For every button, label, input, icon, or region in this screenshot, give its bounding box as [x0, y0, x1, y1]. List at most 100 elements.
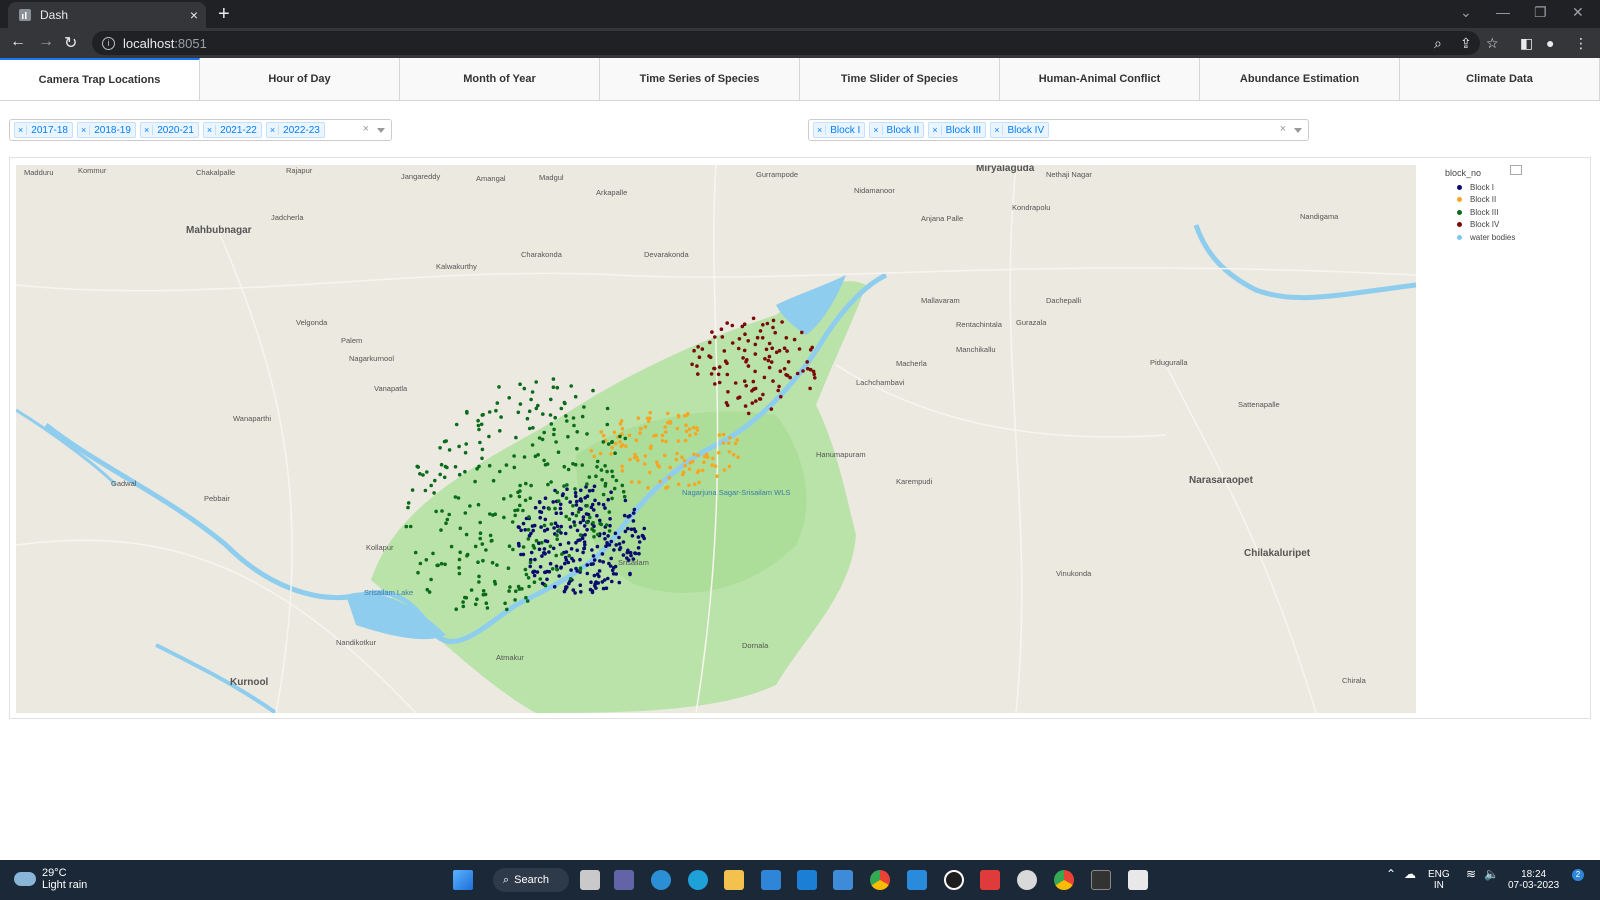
camera-trap-marker[interactable] [518, 483, 522, 488]
tab-climate-data[interactable]: Climate Data [1400, 58, 1600, 100]
camera-trap-marker[interactable] [499, 415, 503, 419]
camera-trap-marker[interactable] [614, 572, 618, 576]
camera-trap-marker[interactable] [461, 604, 466, 609]
camera-trap-marker[interactable] [637, 551, 641, 556]
camera-trap-marker[interactable] [663, 430, 668, 434]
camera-trap-marker[interactable] [495, 401, 500, 405]
camera-trap-marker[interactable] [634, 438, 639, 443]
camera-trap-marker[interactable] [507, 544, 512, 548]
bookmark-star-icon[interactable]: ☆ [1486, 35, 1499, 52]
camera-trap-marker[interactable] [547, 550, 551, 554]
camera-trap-marker[interactable] [801, 369, 805, 373]
camera-trap-marker[interactable] [684, 423, 688, 428]
camera-trap-marker[interactable] [478, 440, 482, 445]
camera-trap-marker[interactable] [537, 547, 542, 552]
camera-trap-marker[interactable] [580, 463, 585, 467]
camera-trap-marker[interactable] [406, 501, 411, 505]
file-explorer-icon[interactable] [724, 870, 744, 890]
camera-trap-marker[interactable] [461, 600, 465, 604]
camera-trap-marker[interactable] [717, 365, 722, 369]
camera-trap-marker[interactable] [583, 543, 587, 547]
camera-trap-marker[interactable] [573, 394, 578, 399]
camera-trap-marker[interactable] [514, 589, 518, 593]
camera-trap-marker[interactable] [541, 412, 545, 416]
camera-trap-marker[interactable] [758, 329, 763, 333]
camera-trap-marker[interactable] [528, 496, 533, 501]
camera-trap-marker[interactable] [522, 386, 527, 391]
camera-trap-marker[interactable] [594, 586, 598, 590]
camera-trap-marker[interactable] [556, 450, 561, 455]
camera-trap-marker[interactable] [549, 480, 553, 484]
camera-trap-marker[interactable] [605, 469, 609, 474]
camera-trap-marker[interactable] [658, 479, 662, 484]
camera-trap-marker[interactable] [578, 498, 582, 503]
camera-trap-marker[interactable] [456, 496, 461, 500]
camera-trap-marker[interactable] [609, 490, 613, 495]
camera-trap-marker[interactable] [566, 434, 570, 439]
camera-trap-marker[interactable] [533, 557, 537, 562]
tab-human-animal-conflict[interactable]: Human-Animal Conflict [1000, 58, 1200, 100]
camera-trap-marker[interactable] [505, 607, 509, 612]
tab-month-of-year[interactable]: Month of Year [400, 58, 600, 100]
tab-search-icon[interactable]: ⌄ [1460, 4, 1472, 21]
camera-trap-marker[interactable] [676, 482, 681, 487]
camera-trap-marker[interactable] [523, 528, 527, 532]
camera-trap-marker[interactable] [555, 537, 559, 541]
camera-trap-marker[interactable] [618, 422, 623, 426]
camera-trap-marker[interactable] [425, 470, 429, 474]
camera-trap-marker[interactable] [618, 434, 622, 439]
camera-trap-marker[interactable] [529, 531, 533, 536]
camera-trap-marker[interactable] [590, 502, 595, 507]
camera-trap-marker[interactable] [504, 463, 509, 467]
camera-trap-marker[interactable] [453, 465, 458, 469]
camera-trap-marker[interactable] [595, 544, 600, 549]
browser-tab[interactable]: Dash × [8, 2, 206, 28]
camera-trap-marker[interactable] [480, 456, 484, 461]
camera-trap-marker[interactable] [785, 349, 789, 353]
camera-trap-marker[interactable] [599, 522, 604, 527]
legend-item[interactable]: Block IV [1445, 219, 1515, 232]
camera-trap-marker[interactable] [571, 588, 576, 592]
camera-trap-marker[interactable] [620, 464, 624, 469]
camera-trap-marker[interactable] [631, 557, 636, 561]
camera-trap-marker[interactable] [715, 474, 719, 479]
camera-trap-marker[interactable] [529, 550, 534, 555]
camera-trap-marker[interactable] [697, 355, 702, 359]
camera-trap-marker[interactable] [722, 468, 727, 472]
camera-trap-marker[interactable] [543, 583, 548, 588]
camera-trap-marker[interactable] [717, 433, 722, 437]
camera-trap-marker[interactable] [589, 448, 594, 453]
camera-trap-marker[interactable] [530, 443, 535, 447]
camera-trap-marker[interactable] [742, 348, 747, 353]
camera-trap-marker[interactable] [573, 491, 578, 495]
share-icon[interactable]: ⇪ [1460, 35, 1472, 52]
camera-trap-marker[interactable] [626, 558, 631, 562]
camera-trap-marker[interactable] [528, 560, 533, 565]
camera-trap-marker[interactable] [630, 534, 635, 538]
camera-trap-marker[interactable] [514, 435, 518, 440]
remove-chip-icon[interactable]: × [78, 125, 91, 135]
camera-trap-marker[interactable] [548, 544, 553, 549]
camera-trap-marker[interactable] [569, 568, 573, 572]
camera-trap-marker[interactable] [559, 406, 564, 411]
camera-trap-marker[interactable] [447, 512, 452, 517]
block-clear-icon[interactable]: × [1280, 123, 1286, 135]
camera-trap-marker[interactable] [555, 524, 560, 528]
camera-trap-marker[interactable] [684, 429, 689, 434]
camera-trap-marker[interactable] [692, 452, 696, 457]
camera-trap-marker[interactable] [564, 558, 569, 562]
camera-trap-marker[interactable] [813, 376, 817, 380]
camera-trap-marker[interactable] [483, 592, 488, 597]
camera-trap-marker[interactable] [557, 528, 561, 532]
camera-trap-marker[interactable] [805, 360, 809, 364]
camera-trap-marker[interactable] [592, 508, 596, 512]
camera-trap-marker[interactable] [538, 565, 543, 569]
camera-trap-marker[interactable] [605, 541, 609, 545]
camera-trap-marker[interactable] [476, 423, 481, 428]
zoom-icon[interactable]: ⌕ [1434, 35, 1442, 52]
camera-trap-marker[interactable] [578, 520, 583, 525]
camera-trap-marker[interactable] [743, 404, 748, 408]
camera-trap-marker[interactable] [753, 352, 758, 356]
profile-avatar-icon[interactable]: ● [1546, 35, 1554, 51]
camera-trap-marker[interactable] [614, 478, 619, 483]
